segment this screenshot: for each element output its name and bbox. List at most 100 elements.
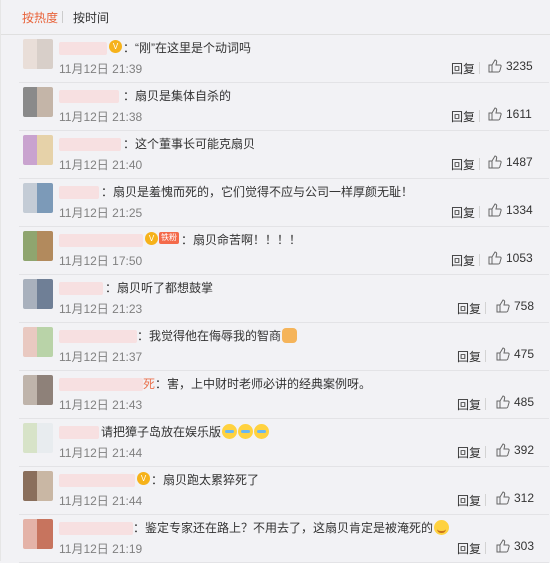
reply-button[interactable]: 回复	[451, 156, 475, 173]
username-blurred[interactable]	[59, 186, 99, 199]
comment-text: ：我觉得他在侮辱我的智商	[137, 327, 298, 344]
avatar[interactable]	[23, 183, 53, 213]
like-button[interactable]: 3235	[488, 59, 533, 73]
avatar[interactable]	[23, 87, 53, 117]
avatar[interactable]	[23, 423, 53, 453]
comment-item: V 铁粉 ：扇贝命苦啊！！！！ 11月12日 17:50 回复 1053	[19, 226, 549, 275]
like-button[interactable]: 392	[496, 443, 534, 457]
reply-button[interactable]: 回复	[451, 108, 475, 125]
comment-date: 11月12日 21:39	[59, 62, 143, 76]
like-count: 1487	[506, 155, 533, 169]
vip-badge-icon: V	[145, 232, 158, 245]
fist-emoji-icon	[282, 328, 298, 343]
thumbs-up-icon	[496, 539, 510, 553]
reply-button[interactable]: 回复	[457, 492, 481, 509]
divider	[479, 206, 480, 218]
comment-date: 11月12日 17:50	[59, 254, 143, 268]
comment-date: 11月12日 21:44	[59, 446, 143, 460]
avatar[interactable]	[23, 471, 53, 501]
comment-item: ：我觉得他在侮辱我的智商 11月12日 21:37 回复 475	[19, 322, 549, 371]
avatar[interactable]	[23, 135, 53, 165]
like-button[interactable]: 303	[496, 539, 534, 553]
comment-date: 11月12日 21:43	[59, 398, 143, 412]
crying-laugh-emoji-icon	[254, 424, 270, 439]
comment-item: 死：害，上中财时老师必讲的经典案例呀。 11月12日 21:43 回复 485	[19, 370, 549, 419]
like-button[interactable]: 312	[496, 491, 534, 505]
divider	[485, 398, 486, 410]
comment-text: 请把獐子岛放在娱乐版	[101, 423, 270, 440]
smirk-emoji-icon	[434, 520, 450, 535]
username-blurred[interactable]	[59, 522, 133, 535]
username-blurred[interactable]	[59, 378, 143, 391]
like-button[interactable]: 1334	[488, 203, 533, 217]
sort-tabs: 按热度 按时间	[1, 0, 550, 35]
avatar[interactable]	[23, 39, 53, 69]
comment-item: ：鉴定专家还在路上？不用去了，这扇贝肯定是被淹死的 11月12日 21:19 回…	[19, 514, 549, 563]
avatar[interactable]	[23, 279, 53, 309]
comment-item: 请把獐子岛放在娱乐版 11月12日 21:44 回复 392	[19, 418, 549, 467]
comment-item: ：扇贝是羞愧而死的，它们觉得不应与公司一样厚颜无耻！ 11月12日 21:25 …	[19, 178, 549, 227]
like-count: 303	[514, 539, 535, 553]
username-blurred[interactable]	[59, 474, 135, 487]
thumbs-up-icon	[488, 155, 502, 169]
crying-laugh-emoji-icon	[238, 424, 254, 439]
divider	[485, 446, 486, 458]
username-blurred[interactable]	[59, 138, 121, 151]
comment-date: 11月12日 21:44	[59, 494, 143, 508]
like-button[interactable]: 1053	[488, 251, 533, 265]
like-count: 3235	[506, 59, 533, 73]
divider	[485, 542, 486, 554]
reply-button[interactable]: 回复	[457, 396, 481, 413]
avatar[interactable]	[23, 375, 53, 405]
tab-sort-by-hot[interactable]: 按热度	[22, 9, 58, 26]
avatar[interactable]	[23, 519, 53, 549]
tab-sort-by-time[interactable]: 按时间	[73, 9, 109, 26]
reply-button[interactable]: 回复	[457, 300, 481, 317]
comment-item: ：扇贝是集体自杀的 11月12日 21:38 回复 1611	[19, 82, 549, 131]
thumbs-up-icon	[496, 443, 510, 457]
comment-date: 11月12日 21:37	[59, 350, 143, 364]
like-count: 758	[514, 299, 535, 313]
like-button[interactable]: 1611	[488, 107, 532, 121]
like-count: 475	[514, 347, 535, 361]
comment-date: 11月12日 21:38	[59, 110, 143, 124]
comment-text: ：扇贝命苦啊！！！！	[181, 233, 302, 247]
like-button[interactable]: 1487	[488, 155, 533, 169]
reply-button[interactable]: 回复	[451, 252, 475, 269]
username-blurred[interactable]	[59, 42, 107, 55]
comment-text: ：这个董事长可能克扇贝	[123, 137, 256, 151]
like-button[interactable]: 475	[496, 347, 534, 361]
like-button[interactable]: 758	[496, 299, 534, 313]
divider	[479, 158, 480, 170]
username-blurred[interactable]	[59, 426, 99, 439]
avatar[interactable]	[23, 231, 53, 261]
reply-button[interactable]: 回复	[451, 60, 475, 77]
comment-text-body: ：害，上中财时老师必讲的经典案例呀。	[155, 377, 372, 391]
username-tail[interactable]: 死	[143, 377, 155, 391]
reply-button[interactable]: 回复	[457, 348, 481, 365]
comment-panel: 按热度 按时间 V ：“刚”在这里是个动词吗 11月12日 21:39 回复 3…	[0, 0, 550, 563]
comment-text: ：扇贝是羞愧而死的，它们觉得不应与公司一样厚颜无耻！	[101, 185, 414, 199]
like-button[interactable]: 485	[496, 395, 534, 409]
comment-text: ：扇贝听了都想鼓掌	[105, 281, 214, 295]
avatar[interactable]	[23, 327, 53, 357]
username-blurred[interactable]	[59, 282, 103, 295]
reply-button[interactable]: 回复	[457, 444, 481, 461]
username-blurred[interactable]	[59, 330, 137, 343]
username-blurred[interactable]	[59, 234, 143, 247]
fan-badge: 铁粉	[159, 232, 179, 244]
reply-button[interactable]: 回复	[451, 204, 475, 221]
thumbs-up-icon	[496, 347, 510, 361]
like-count: 1334	[506, 203, 533, 217]
thumbs-up-icon	[488, 251, 502, 265]
vip-badge-icon: V	[109, 40, 122, 53]
divider	[479, 254, 480, 266]
reply-button[interactable]: 回复	[457, 540, 481, 557]
thumbs-up-icon	[496, 491, 510, 505]
username-blurred[interactable]	[59, 90, 119, 103]
thumbs-up-icon	[488, 203, 502, 217]
divider	[485, 494, 486, 506]
thumbs-up-icon	[496, 395, 510, 409]
thumbs-up-icon	[496, 299, 510, 313]
comment-item: ：扇贝听了都想鼓掌 11月12日 21:23 回复 758	[19, 274, 549, 323]
